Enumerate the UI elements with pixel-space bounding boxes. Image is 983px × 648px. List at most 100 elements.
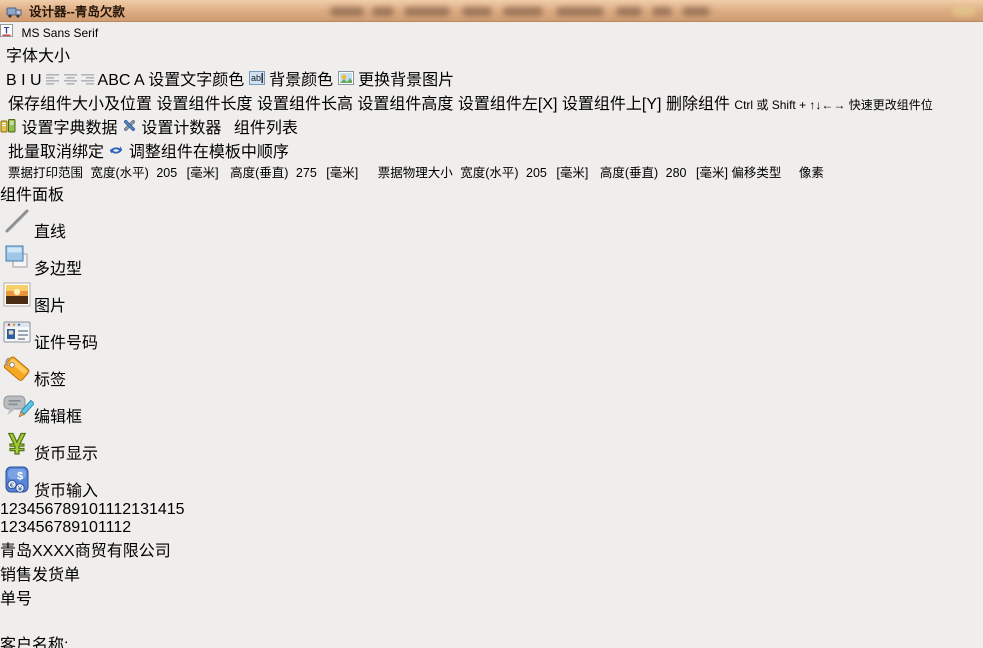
tool-button-picture[interactable]: 图片 bbox=[0, 279, 983, 316]
physical-width-input[interactable]: 205 bbox=[526, 166, 547, 180]
tool-button-label: 证件号码 bbox=[34, 335, 98, 352]
font-name-combo[interactable]: T MS Sans Serif bbox=[0, 24, 163, 42]
template-canvas[interactable]: 青岛XXXX商贸有限公司 销售发货单 单号 客户名称: 联系人: 出货日期: 序… bbox=[0, 537, 983, 648]
svg-text:ab: ab bbox=[251, 73, 261, 83]
set-counter-label: 设置计数器 bbox=[141, 120, 221, 137]
ruler-number: 7 bbox=[53, 519, 62, 536]
component-panel-tab[interactable]: 组件面板 bbox=[0, 181, 983, 205]
ruler-number: 12 bbox=[113, 501, 131, 518]
blurred-text bbox=[462, 7, 492, 16]
size-bar: 票据打印范围 宽度(水平) 205 [毫米] 高度(垂直) 275 [毫米] 票… bbox=[0, 162, 983, 181]
align-right-button[interactable] bbox=[81, 72, 98, 89]
font-name-value: MS Sans Serif bbox=[21, 26, 98, 40]
set-component-height-button[interactable]: 设置组件高度 bbox=[357, 96, 453, 113]
align-left-button[interactable] bbox=[46, 72, 63, 89]
set-counter-button[interactable]: 设置计数器 bbox=[122, 120, 226, 137]
data-toolbar: 设置字典数据 设置计数器 组件列表 批量取消绑定 调整组件在模板中顺序 bbox=[0, 114, 983, 162]
print-range-prefix: 票据 bbox=[8, 166, 33, 180]
window-title: 设计器--青岛欠款 bbox=[29, 1, 125, 20]
edit-box-icon bbox=[0, 409, 34, 426]
picture-icon bbox=[0, 298, 34, 315]
tag-icon bbox=[0, 372, 34, 389]
line-icon bbox=[0, 224, 34, 241]
tool-button-label: 标签 bbox=[34, 372, 66, 389]
print-width-input[interactable]: 205 bbox=[156, 166, 177, 180]
ruler-number: 9 bbox=[71, 519, 80, 536]
ruler-number: 2 bbox=[9, 501, 18, 518]
component-toolbar: 保存组件大小及位置 设置组件长度 设置组件长高 设置组件高度 设置组件左[X] … bbox=[0, 90, 983, 114]
blurred-text bbox=[503, 7, 543, 16]
component-list-label: 组件列表 bbox=[234, 120, 298, 137]
physical-size-label: 物理大小 bbox=[403, 166, 453, 180]
reorder-arrows-icon bbox=[108, 143, 124, 157]
mm-label: [毫米] bbox=[556, 166, 588, 180]
shortcut-hint: Ctrl 或 Shift + ↑↓←→ 快速更改组件位 bbox=[734, 98, 932, 112]
set-component-length-button[interactable]: 设置组件长度 bbox=[156, 96, 252, 113]
align-center-icon bbox=[64, 74, 77, 85]
ruler-number: 12 bbox=[113, 519, 131, 536]
set-component-length-height-button[interactable]: 设置组件长高 bbox=[257, 96, 353, 113]
tool-button-polygon[interactable]: 多边型 bbox=[0, 242, 983, 279]
mm-label: [毫米] bbox=[326, 166, 358, 180]
doc-title-text[interactable]: 销售发货单 bbox=[0, 561, 983, 585]
adjust-order-button[interactable]: 调整组件在模板中顺序 bbox=[108, 144, 288, 161]
blurred-text bbox=[372, 7, 394, 16]
order-no-label[interactable]: 单号 bbox=[0, 585, 983, 609]
batch-unbind-button[interactable]: 批量取消绑定 bbox=[8, 144, 104, 161]
delete-component-button[interactable]: 删除组件 bbox=[666, 96, 734, 113]
change-background-image-label: 更换背景图片 bbox=[358, 72, 454, 89]
title-bar[interactable]: 设计器--青岛欠款 bbox=[0, 0, 983, 22]
set-text-color-label: 设置文字颜色 bbox=[148, 72, 244, 89]
tool-button-label: 多边型 bbox=[34, 261, 82, 278]
tool-button-tag[interactable]: 标签 bbox=[0, 353, 983, 390]
italic-button[interactable]: I bbox=[21, 72, 25, 89]
print-range-label: 打印范围 bbox=[33, 166, 83, 180]
mm-label: [毫米] bbox=[187, 166, 219, 180]
set-component-left-button[interactable]: 设置组件左[X] bbox=[458, 96, 558, 113]
dictionary-books-icon bbox=[0, 118, 17, 133]
tool-button-id-card[interactable]: 证件号码 bbox=[0, 316, 983, 353]
tool-button-currency-display[interactable]: ¥货币显示 bbox=[0, 427, 983, 464]
mm-label: [毫米] bbox=[696, 166, 728, 180]
set-text-color-button[interactable]: A 设置文字颜色 bbox=[134, 72, 249, 89]
background-color-icon: ab bbox=[249, 71, 265, 85]
ruler-number: 1 bbox=[0, 519, 9, 536]
set-component-top-button[interactable]: 设置组件上[Y] bbox=[562, 96, 662, 113]
ruler-number: 10 bbox=[80, 501, 98, 518]
tool-button-line[interactable]: 直线 bbox=[0, 205, 983, 242]
align-right-icon bbox=[81, 74, 94, 85]
ruler-number: 4 bbox=[27, 501, 36, 518]
ruler-number: 15 bbox=[167, 501, 185, 518]
ruler-number: 5 bbox=[36, 501, 45, 518]
print-height-input[interactable]: 275 bbox=[296, 166, 317, 180]
save-component-size-button[interactable]: 保存组件大小及位置 bbox=[8, 96, 152, 113]
physical-height-input[interactable]: 280 bbox=[666, 166, 687, 180]
tool-button-label: 货币显示 bbox=[34, 446, 98, 463]
background-color-label: 背景颜色 bbox=[269, 72, 333, 89]
background-color-button[interactable]: ab 背景颜色 bbox=[249, 72, 338, 89]
tool-button-currency-input[interactable]: $€¥货币输入 bbox=[0, 464, 983, 501]
blurred-text bbox=[952, 7, 976, 16]
company-name-text[interactable]: 青岛XXXX商贸有限公司 bbox=[0, 537, 983, 561]
order-no-input[interactable] bbox=[0, 609, 75, 631]
ruler-number: 9 bbox=[71, 501, 80, 518]
blurred-text bbox=[404, 7, 450, 16]
align-center-button[interactable] bbox=[64, 72, 81, 89]
tool-button-edit-box[interactable]: 编辑框 bbox=[0, 390, 983, 427]
bold-button[interactable]: B bbox=[6, 72, 17, 89]
change-background-image-button[interactable]: 更换背景图片 bbox=[338, 72, 454, 89]
ruler-number: 2 bbox=[9, 519, 18, 536]
tool-button-label: 编辑框 bbox=[34, 409, 82, 426]
height-label: 高度(垂直) bbox=[230, 166, 288, 180]
blurred-text bbox=[330, 7, 364, 16]
designer-window: 设计器--青岛欠款 保存模板 T MS Sans Serif 字体大小 bbox=[0, 0, 983, 648]
horizontal-ruler: 123456789101112131415 bbox=[0, 501, 983, 519]
ruler-number: 13 bbox=[131, 501, 149, 518]
underline-button[interactable]: U bbox=[30, 72, 42, 89]
set-dictionary-button[interactable]: 设置字典数据 bbox=[0, 120, 122, 137]
customer-label[interactable]: 客户名称: bbox=[0, 631, 983, 648]
font-type-icon: T bbox=[0, 24, 13, 37]
ruler-number: 14 bbox=[149, 501, 167, 518]
currency-display-icon: ¥ bbox=[0, 446, 34, 463]
strikethrough-button[interactable]: ABC bbox=[98, 72, 131, 89]
